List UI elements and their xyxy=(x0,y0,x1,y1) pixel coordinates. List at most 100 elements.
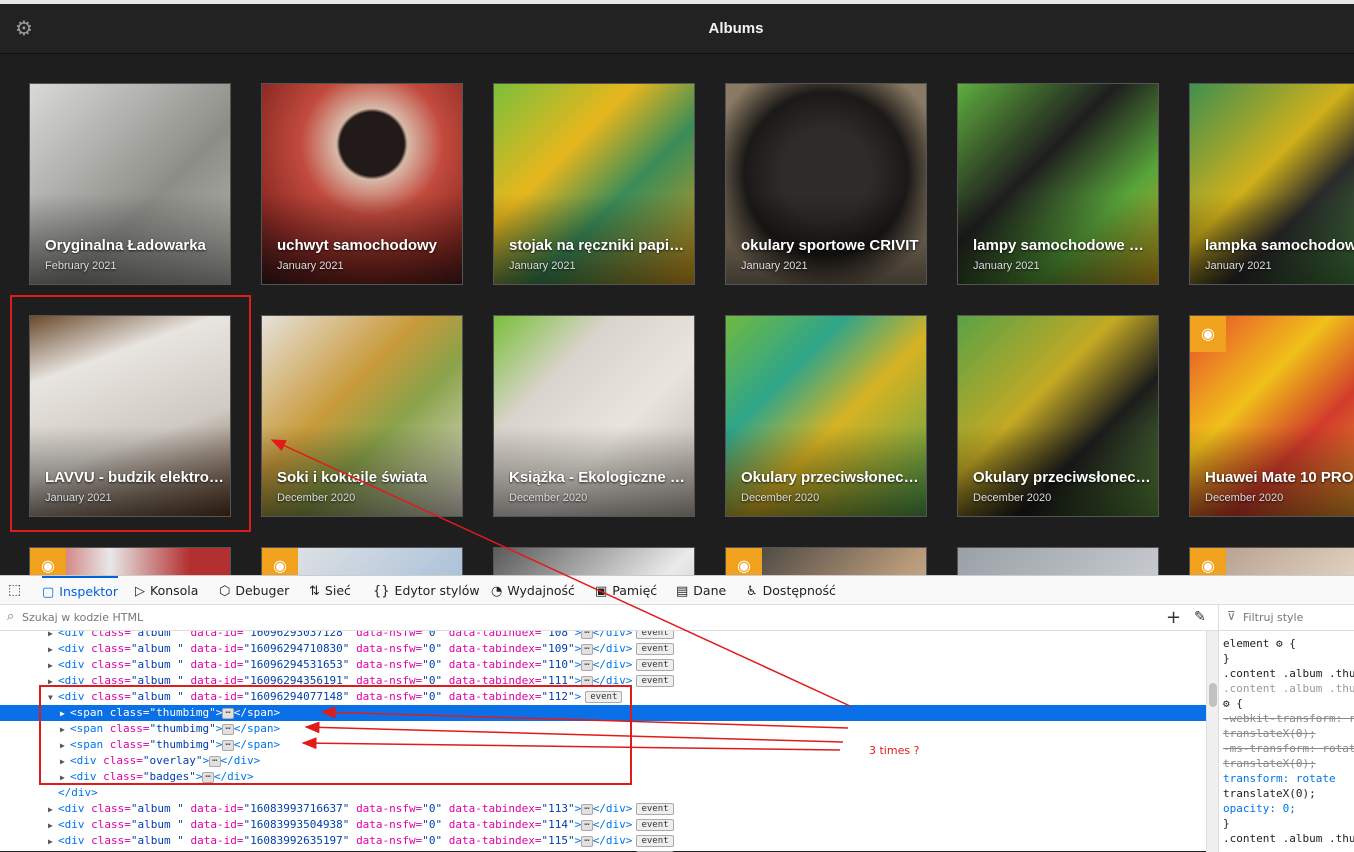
css-rule-line: .content .album .thumbimg xyxy=(1223,832,1354,845)
collapsed-ellipsis[interactable]: ⋯ xyxy=(581,804,593,815)
album-date: December 2020 xyxy=(741,492,820,504)
style-editor-icon: {} xyxy=(373,584,390,599)
expand-triangle-icon[interactable]: ▶ xyxy=(60,770,70,786)
css-rule-line: ⚙ { xyxy=(1223,697,1243,710)
album-card[interactable]: ◉ xyxy=(261,547,463,575)
album-card[interactable]: Oryginalna Ładowarka February 2021 xyxy=(29,83,231,285)
event-badge[interactable]: event xyxy=(636,819,674,831)
html-node-line[interactable]: ▶ <div class="album " data-id="1609629453… xyxy=(0,657,1206,673)
expand-triangle-icon[interactable]: ▶ xyxy=(48,834,58,850)
html-node-line[interactable]: ▶ <div class="album " data-id="1609629303… xyxy=(0,631,1206,641)
album-date: December 2020 xyxy=(509,492,588,504)
album-card[interactable]: Okulary przeciwsłoneczne December 2020 xyxy=(957,315,1159,517)
event-badge[interactable]: event xyxy=(636,659,674,671)
event-badge[interactable]: event xyxy=(636,631,674,639)
collapsed-ellipsis[interactable]: ⋯ xyxy=(222,740,234,751)
collapsed-ellipsis[interactable]: ⋯ xyxy=(581,631,593,639)
album-title: Okulary przeciwsłoneczne xyxy=(741,469,921,486)
expand-triangle-icon[interactable]: ▶ xyxy=(60,722,70,738)
expand-triangle-icon[interactable]: ▶ xyxy=(60,754,70,770)
tab-dostępność[interactable]: ♿ Dostępność xyxy=(746,576,836,605)
tab-sieć[interactable]: ⇅ Sieć xyxy=(309,576,351,605)
expand-triangle-icon[interactable]: ▶ xyxy=(60,738,70,754)
album-card[interactable]: okulary sportowe CRIVIT January 2021 xyxy=(725,83,927,285)
css-rule-line: translateX(0); xyxy=(1223,727,1316,740)
album-card[interactable]: Okulary przeciwsłoneczne December 2020 xyxy=(725,315,927,517)
html-node-line[interactable]: ▶ <div class="album " data-id="1608399263… xyxy=(0,833,1206,849)
css-rule-line: transform: rotate xyxy=(1223,772,1336,785)
annotation-highlight-box xyxy=(10,295,251,532)
album-card[interactable]: lampka samochodowa January 2021 xyxy=(1189,83,1354,285)
album-card[interactable] xyxy=(493,547,695,575)
tab-konsola[interactable]: ▷ Konsola xyxy=(135,576,198,605)
collapsed-ellipsis[interactable]: ⋯ xyxy=(222,708,234,719)
tab-wydajność[interactable]: ◔ Wydajność xyxy=(491,576,575,605)
event-badge[interactable]: event xyxy=(636,803,674,815)
tab-label: Edytor stylów xyxy=(394,583,480,598)
eyedropper-icon[interactable]: ✎ xyxy=(1194,609,1206,625)
expand-triangle-icon[interactable]: ▶ xyxy=(48,658,58,674)
album-title: uchwyt samochodowy xyxy=(277,237,438,254)
css-rule-line: } xyxy=(1223,652,1230,665)
album-card[interactable]: uchwyt samochodowy January 2021 xyxy=(261,83,463,285)
html-node-line[interactable]: ▶ <span class="thumbimg"> ⋯ </span> xyxy=(0,705,1206,721)
eye-icon: ◉ xyxy=(1190,316,1226,352)
styles-filter-input[interactable]: Filtruj style xyxy=(1243,611,1303,624)
expand-triangle-icon[interactable]: ▶ xyxy=(48,642,58,658)
album-card[interactable] xyxy=(957,547,1159,575)
html-tree-scrollbar[interactable] xyxy=(1206,631,1218,852)
css-rule-line: translateX(0); xyxy=(1223,787,1316,800)
album-title: okulary sportowe CRIVIT xyxy=(741,237,919,254)
html-node-line[interactable]: ▶ <div class="overlay"> ⋯ </div> xyxy=(0,753,1206,769)
event-badge[interactable]: event xyxy=(585,691,623,703)
collapsed-ellipsis[interactable]: ⋯ xyxy=(581,644,593,655)
css-rule-line: opacity: 0; xyxy=(1223,802,1296,815)
album-date: December 2020 xyxy=(973,492,1052,504)
html-node-line[interactable]: ▶ <div class="album " data-id="1608399350… xyxy=(0,817,1206,833)
html-node-line[interactable]: ▶ <div class="album " data-id="1609629471… xyxy=(0,641,1206,657)
expand-triangle-icon[interactable]: ▶ xyxy=(48,674,58,690)
expand-triangle-icon[interactable]: ▶ xyxy=(48,802,58,818)
collapsed-ellipsis[interactable]: ⋯ xyxy=(202,772,214,783)
tab-pamięć[interactable]: ▣ Pamięć xyxy=(595,576,657,605)
album-card[interactable]: ◉ xyxy=(1189,547,1354,575)
album-card[interactable]: lampy samochodowe LED January 2021 xyxy=(957,83,1159,285)
collapsed-ellipsis[interactable]: ⋯ xyxy=(222,724,234,735)
rules-panel: ⊽ Filtruj style element ⚙ {} .content .al… xyxy=(1218,605,1354,852)
album-card[interactable]: ◉ xyxy=(29,547,231,575)
collapsed-ellipsis[interactable]: ⋯ xyxy=(581,820,593,831)
album-date: January 2021 xyxy=(509,260,576,272)
html-node-line[interactable]: ▶ <span class="thumbimg"> ⋯ </span> xyxy=(0,721,1206,737)
html-node-line[interactable]: </div> xyxy=(0,785,1206,801)
element-picker-icon[interactable]: ⬚ xyxy=(8,582,21,598)
collapse-triangle-icon[interactable]: ▼ xyxy=(48,690,58,706)
tab-dane[interactable]: ▤ Dane xyxy=(676,576,726,605)
html-search-input[interactable]: Szukaj w kodzie HTML xyxy=(22,611,143,624)
event-badge[interactable]: event xyxy=(636,643,674,655)
html-node-line[interactable]: ▶ <div class="album " data-id="1608399371… xyxy=(0,801,1206,817)
album-card[interactable]: Soki i koktajle świata December 2020 xyxy=(261,315,463,517)
collapsed-ellipsis[interactable]: ⋯ xyxy=(581,676,593,687)
event-badge[interactable]: event xyxy=(636,675,674,687)
tab-inspektor[interactable]: ▢ Inspektor xyxy=(42,576,118,605)
collapsed-ellipsis[interactable]: ⋯ xyxy=(581,836,593,847)
eye-icon: ◉ xyxy=(262,548,298,575)
html-node-line[interactable]: ▶ <span class="thumbimg"> ⋯ </span> xyxy=(0,737,1206,753)
album-card[interactable]: ◉ xyxy=(725,547,927,575)
collapsed-ellipsis[interactable]: ⋯ xyxy=(581,660,593,671)
tab-debuger[interactable]: ⬡ Debuger xyxy=(219,576,289,605)
performance-icon: ◔ xyxy=(491,584,503,599)
html-node-line[interactable]: ▶ <div class="badges"> ⋯ </div> xyxy=(0,769,1206,785)
html-node-line[interactable]: ▼ <div class="album " data-id="1609629407… xyxy=(0,689,1206,705)
tab-edytor stylów[interactable]: {} Edytor stylów xyxy=(373,576,480,605)
html-node-line[interactable]: ▶ <div class="album " data-id="1609629435… xyxy=(0,673,1206,689)
expand-triangle-icon[interactable]: ▶ xyxy=(60,706,70,722)
debugger-icon: ⬡ xyxy=(219,584,231,599)
album-card[interactable]: Huawei Mate 10 PRO December 2020 ◉ xyxy=(1189,315,1354,517)
event-badge[interactable]: event xyxy=(636,835,674,847)
add-node-button[interactable]: + xyxy=(1166,607,1181,628)
album-card[interactable]: stojak na ręczniki papierowe January 2021 xyxy=(493,83,695,285)
expand-triangle-icon[interactable]: ▶ xyxy=(48,818,58,834)
album-card[interactable]: Książka - Ekologiczne materace December 2… xyxy=(493,315,695,517)
collapsed-ellipsis[interactable]: ⋯ xyxy=(209,756,221,767)
